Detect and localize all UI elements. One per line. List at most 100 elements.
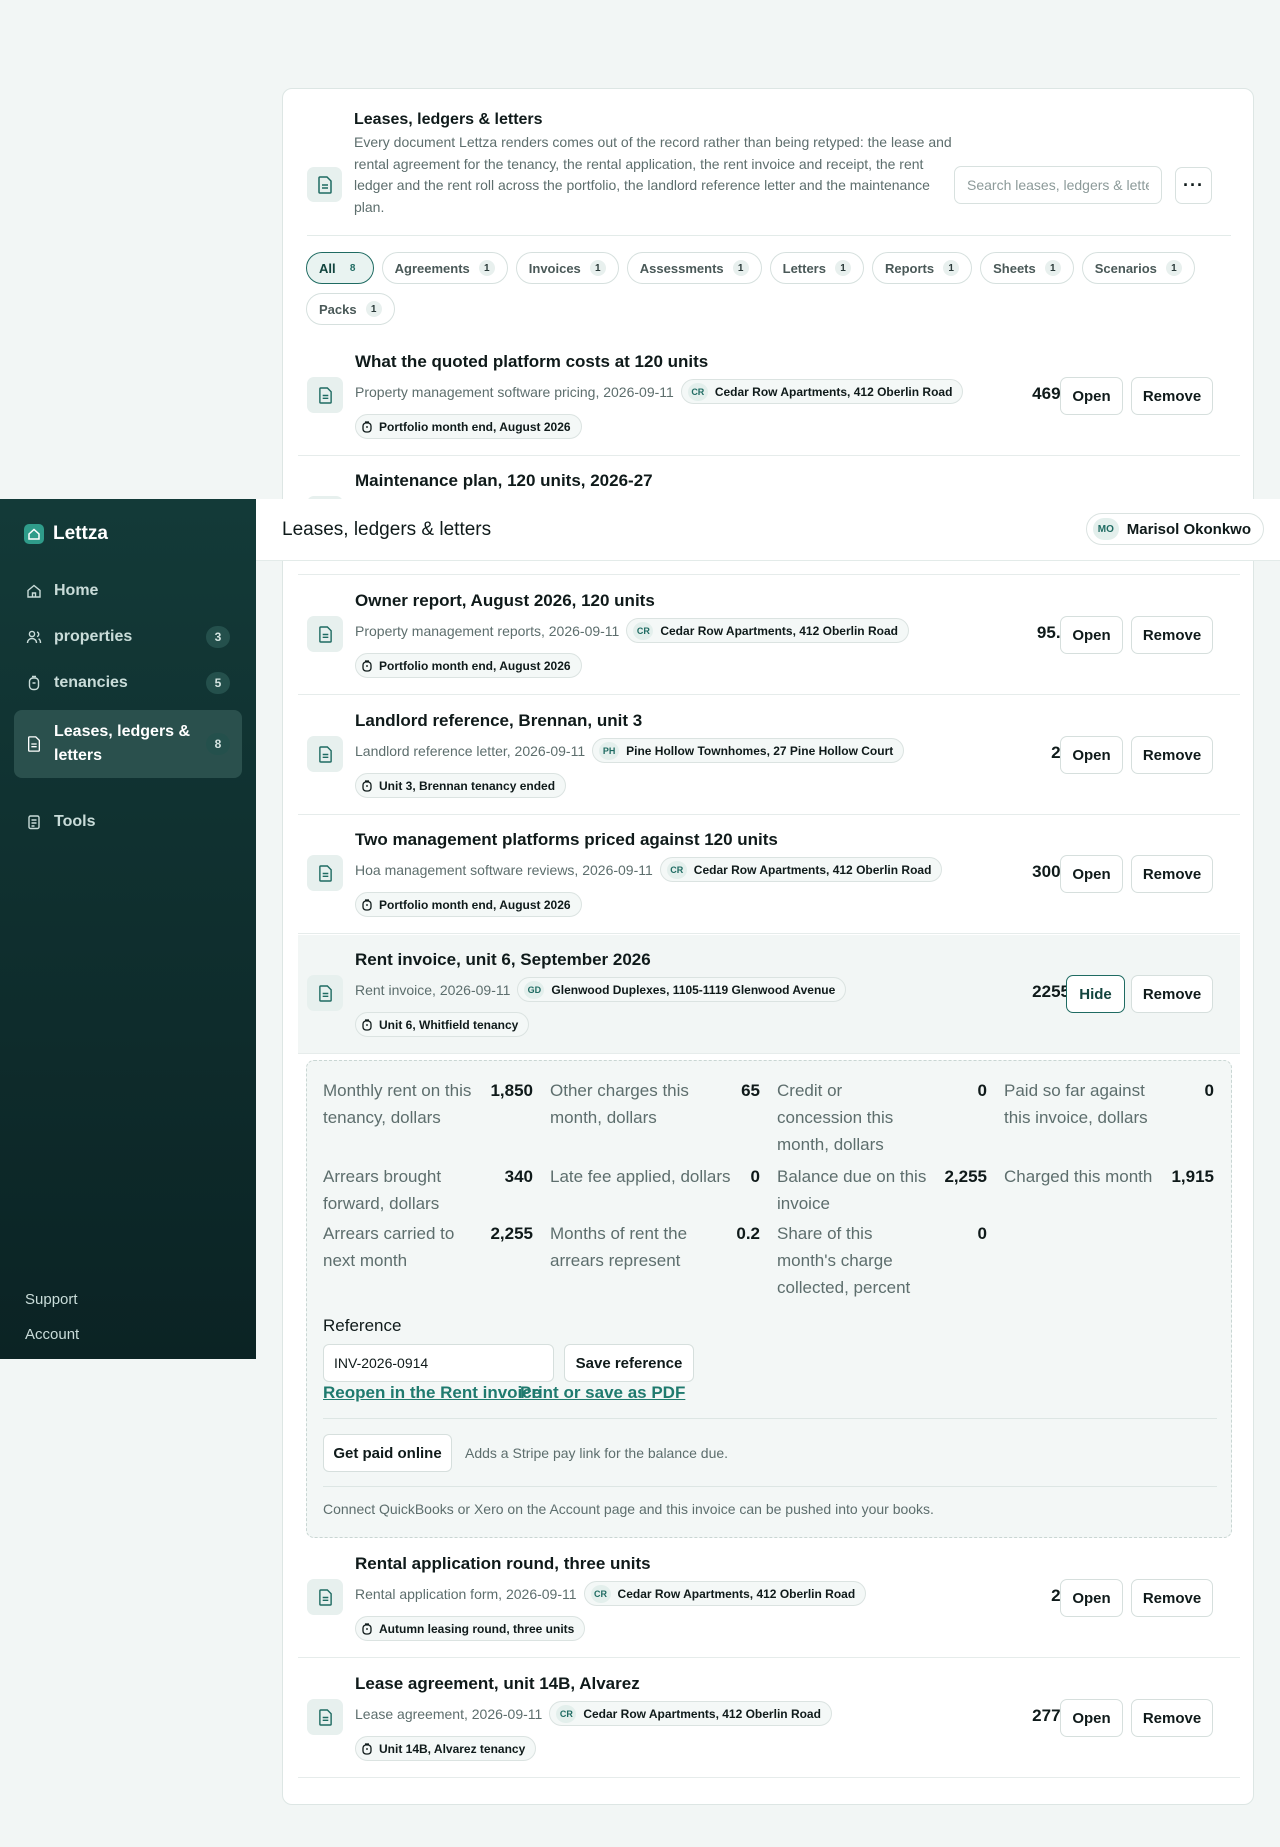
remove-button[interactable]: Remove — [1131, 975, 1213, 1013]
metric-label: Share of this month's charge collected, … — [777, 1224, 911, 1297]
filter-chip-agreements[interactable]: Agreements 1 — [381, 252, 508, 284]
tenancy-pill[interactable]: Unit 3, Brennan tenancy ended — [355, 773, 567, 798]
sidebar-item-label: properties — [54, 628, 133, 645]
remove-button[interactable]: Remove — [1131, 855, 1213, 893]
property-pill[interactable]: CR Cedar Row Apartments, 412 Oberlin Road — [626, 618, 909, 643]
open-button[interactable]: Open — [1060, 377, 1123, 415]
metric-item: Late fee applied, dollars 0 — [550, 1163, 760, 1190]
sidebar-item-home[interactable]: Home — [14, 570, 242, 612]
tenancy-name: Autumn leasing round, three units — [379, 1621, 575, 1636]
filter-chip-count: 1 — [834, 260, 851, 276]
row-title: Owner report, August 2026, 120 units — [355, 591, 655, 610]
filter-chip-sheets[interactable]: Sheets 1 — [980, 252, 1074, 284]
property-name: Cedar Row Apartments, 412 Oberlin Road — [583, 1706, 821, 1721]
filter-chip-count: 8 — [349, 262, 356, 274]
brand[interactable]: Lettza — [24, 523, 108, 545]
property-pill[interactable]: CR Cedar Row Apartments, 412 Oberlin Road — [583, 1581, 867, 1606]
support-link[interactable]: Support — [25, 1291, 78, 1308]
metric-value: 0 — [977, 1224, 987, 1243]
metric-label: Balance due on this invoice — [777, 1167, 927, 1213]
list-item: Landlord reference, Brennan, unit 3 Landl… — [298, 696, 1240, 815]
remove-button[interactable]: Remove — [1131, 736, 1213, 774]
document-icon — [307, 377, 343, 413]
remove-button[interactable]: Remove — [1131, 1699, 1213, 1737]
filter-chip-letters[interactable]: Letters 1 — [769, 252, 864, 284]
filter-chip-count: 1 — [943, 260, 960, 276]
reference-label: Reference — [323, 1316, 402, 1335]
property-pill[interactable]: CR Cedar Row Apartments, 412 Oberlin Road — [680, 379, 964, 404]
tenancy-name: Unit 3, Brennan tenancy ended — [379, 778, 556, 793]
metric-item: Other charges this month, dollars 65 — [550, 1077, 760, 1131]
filter-chip-scenarios[interactable]: Scenarios 1 — [1081, 252, 1195, 284]
tenancy-pill[interactable]: Autumn leasing round, three units — [355, 1616, 586, 1641]
reopen-invoice-link[interactable]: Reopen in the Rent invoice — [323, 1383, 541, 1403]
tenancy-pill[interactable]: Unit 6, Whitfield tenancy — [355, 1012, 530, 1037]
tenancy-name: Portfolio month end, August 2026 — [379, 658, 571, 673]
row-title: Landlord reference, Brennan, unit 3 — [355, 711, 643, 730]
sidebar: Lettza Home properties 3 tenancies 5 Leases, … — [0, 499, 256, 1359]
open-button[interactable]: Open — [1060, 736, 1123, 774]
hide-button[interactable]: Hide — [1066, 975, 1125, 1013]
avatar: MO — [1092, 518, 1119, 540]
search-input[interactable] — [954, 166, 1162, 204]
open-button[interactable]: Open — [1060, 1699, 1123, 1737]
metric-label: Arrears carried to next month — [323, 1224, 455, 1270]
filter-chip-assessments[interactable]: Assessments 1 — [626, 252, 762, 284]
tenancy-pill[interactable]: Unit 14B, Alvarez tenancy — [355, 1736, 537, 1761]
property-pill[interactable]: GD Glenwood Duplexes, 1105-1119 Glenwood … — [517, 977, 847, 1002]
top-bar: Leases, ledgers & letters MO Marisol Oko… — [256, 499, 1280, 561]
open-button[interactable]: Open — [1060, 616, 1123, 654]
reference-input[interactable] — [323, 1344, 554, 1382]
sidebar-item-properties[interactable]: properties 3 — [14, 616, 242, 658]
count-badge: 8 — [206, 733, 230, 755]
filter-chip-all[interactable]: All 8 — [306, 252, 374, 284]
open-button[interactable]: Open — [1060, 855, 1123, 893]
property-name: Cedar Row Apartments, 412 Oberlin Road — [617, 1586, 856, 1601]
tenancy-pill[interactable]: Portfolio month end, August 2026 — [355, 892, 582, 917]
divider — [298, 694, 1240, 695]
property-initials: CR — [666, 860, 687, 879]
document-icon — [307, 736, 343, 772]
list-item: Lease agreement, unit 14B, Alvarez Lease … — [298, 1659, 1240, 1778]
filter-chip-invoices[interactable]: Invoices 1 — [515, 252, 619, 284]
save-reference-button[interactable]: Save reference — [564, 1344, 694, 1382]
user-name: Marisol Okonkwo — [1126, 520, 1251, 538]
page-description: Every document Lettza renders comes out … — [354, 134, 952, 215]
tenancy-name: Portfolio month end, August 2026 — [379, 897, 571, 912]
list-item: Rent invoice, unit 6, September 2026 Rent… — [298, 935, 1240, 1054]
property-pill[interactable]: CR Cedar Row Apartments, 412 Oberlin Road — [659, 857, 943, 882]
tag-icon — [362, 779, 372, 792]
list-item: Two management platforms priced against … — [298, 815, 1240, 934]
row-subtitle: Property management software pricing, 20… — [355, 383, 674, 400]
get-paid-online-button[interactable]: Get paid online — [323, 1434, 452, 1472]
sidebar-item-label: Home — [54, 582, 99, 599]
remove-button[interactable]: Remove — [1131, 616, 1213, 654]
remove-button[interactable]: Remove — [1131, 377, 1213, 415]
filter-chip-packs[interactable]: Packs 1 — [306, 293, 395, 325]
divider — [298, 574, 1240, 575]
row-subtitle: Property management reports, 2026-09-11 — [355, 622, 620, 639]
print-pdf-link[interactable]: Print or save as PDF — [520, 1383, 685, 1403]
topbar-title: Leases, ledgers & letters — [282, 519, 492, 540]
account-link[interactable]: Account — [25, 1326, 79, 1343]
filter-chip-label: Agreements — [394, 260, 470, 276]
open-button[interactable]: Open — [1060, 1579, 1123, 1617]
metric-item: Arrears carried to next month 2,255 — [323, 1220, 533, 1274]
metric-value: 0 — [1204, 1081, 1214, 1100]
filter-chip-reports[interactable]: Reports 1 — [871, 252, 973, 284]
property-pill[interactable]: PH Pine Hollow Townhomes, 27 Pine Hollow … — [592, 738, 905, 763]
sidebar-item-leases[interactable]: Leases, ledgers & letters 8 — [14, 710, 242, 778]
user-menu[interactable]: MO Marisol Okonkwo — [1085, 513, 1264, 545]
tenancy-pill[interactable]: Portfolio month end, August 2026 — [355, 653, 582, 678]
property-pill[interactable]: CR Cedar Row Apartments, 412 Oberlin Road — [549, 1701, 832, 1726]
sidebar-item-tools[interactable]: Tools — [14, 801, 242, 843]
more-options-button[interactable]: ··· — [1175, 167, 1212, 204]
remove-button[interactable]: Remove — [1131, 1579, 1213, 1617]
tenancy-pill[interactable]: Portfolio month end, August 2026 — [355, 414, 582, 439]
clipboard-icon — [26, 814, 42, 830]
property-initials: CR — [633, 621, 654, 640]
property-name: Cedar Row Apartments, 412 Oberlin Road — [660, 623, 898, 638]
metric-value: 340 — [504, 1167, 533, 1186]
property-name: Pine Hollow Townhomes, 27 Pine Hollow Co… — [626, 743, 894, 758]
sidebar-item-tenancies[interactable]: tenancies 5 — [14, 662, 242, 704]
